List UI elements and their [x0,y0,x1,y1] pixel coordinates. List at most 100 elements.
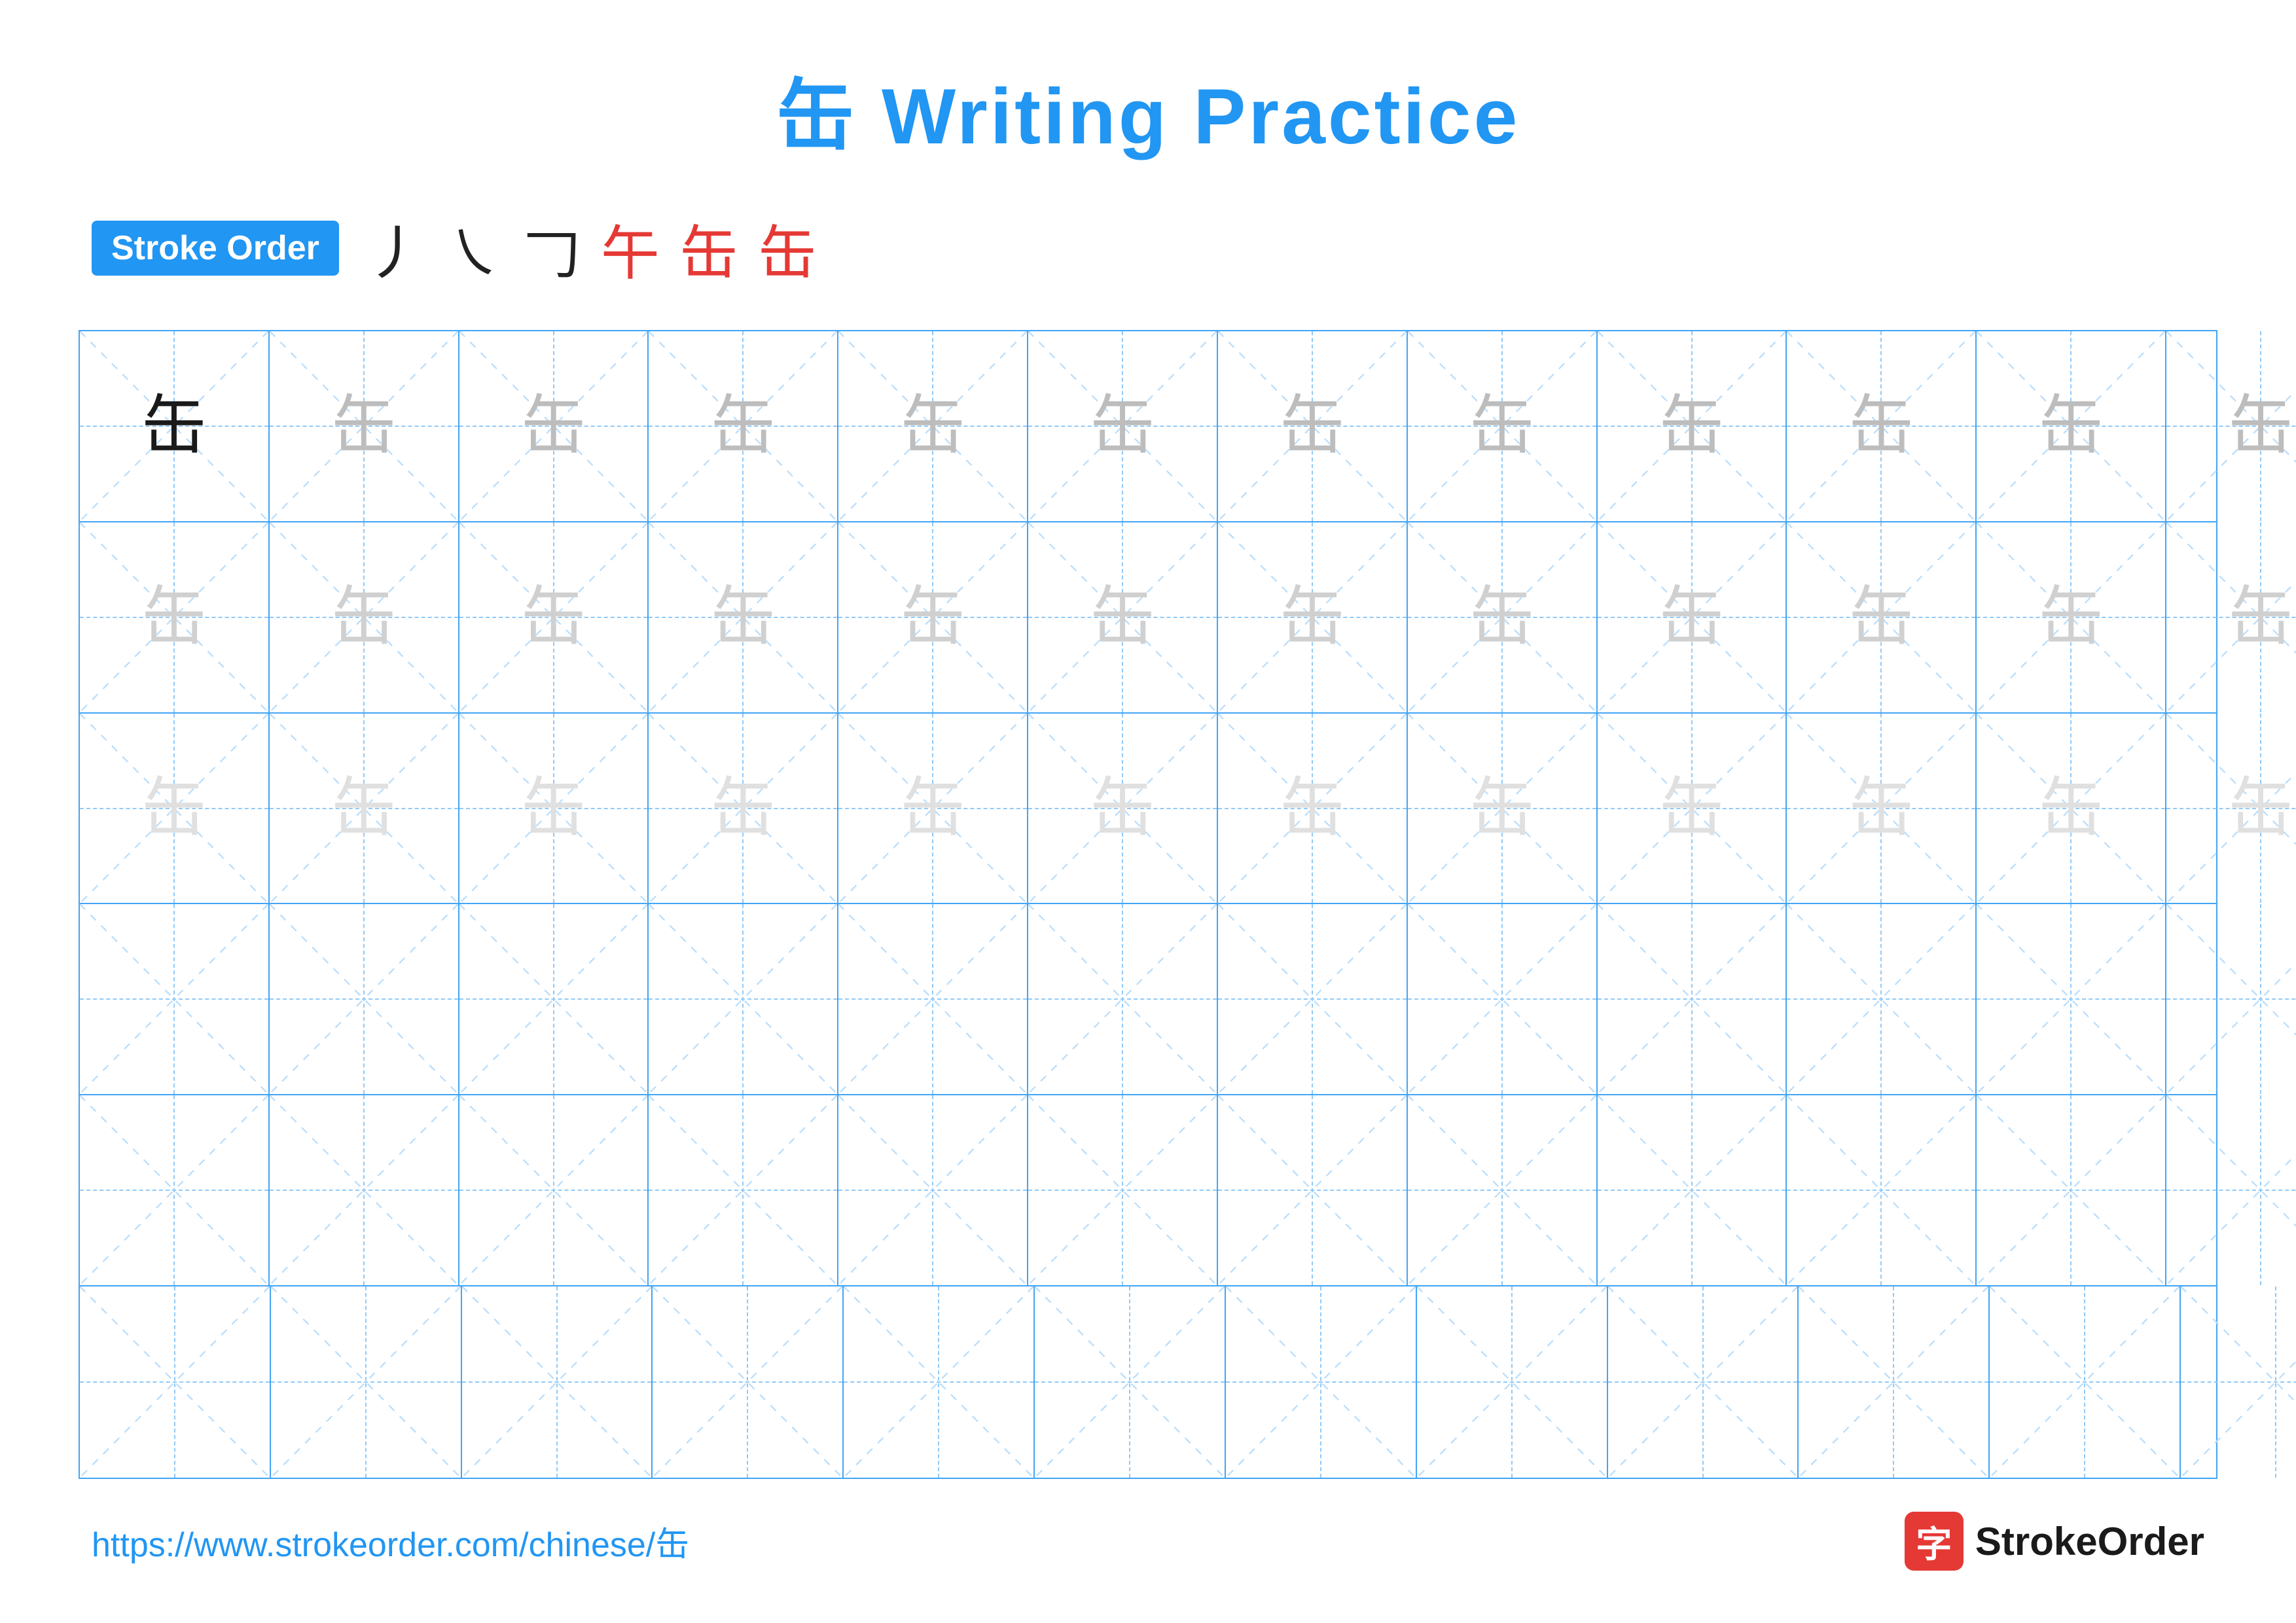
grid-cell-2-2[interactable]: 缶 [459,714,649,903]
grid-cell-0-10[interactable]: 缶 [1977,331,2166,521]
stroke-sequence: 丿 ㇏ 𠃌 午 缶 缶 [365,206,817,291]
grid-cell-3-10[interactable] [1977,904,2166,1094]
grid-cell-3-4[interactable] [838,904,1028,1094]
grid-cell-2-10[interactable]: 缶 [1977,714,2166,903]
grid-cell-1-5[interactable]: 缶 [1028,522,1218,712]
grid-cell-1-6[interactable]: 缶 [1218,522,1408,712]
grid-cell-4-7[interactable] [1408,1095,1598,1285]
grid-cell-2-8[interactable]: 缶 [1598,714,1787,903]
cell-char: 缶 [1659,585,1725,650]
brand-logo: 字 StrokeOrder [1905,1512,2204,1571]
website-url[interactable]: https://www.strokeorder.com/chinese/缶 [92,1517,689,1566]
grid-cell-0-8[interactable]: 缶 [1598,331,1787,521]
grid-cell-2-9[interactable]: 缶 [1787,714,1977,903]
cell-char: 缶 [710,393,776,459]
grid-cell-5-8[interactable] [1608,1286,1799,1478]
grid-cell-0-7[interactable]: 缶 [1408,331,1598,521]
grid-cell-0-11[interactable]: 缶 [2166,331,2296,521]
practice-grid: 缶缶缶缶缶缶缶缶缶缶缶缶缶缶缶缶缶缶缶缶缶缶缶缶缶缶缶缶缶缶缶缶缶缶缶缶缶缶缶 [79,330,2217,1479]
grid-cell-0-3[interactable]: 缶 [649,331,838,521]
grid-cell-5-2[interactable] [462,1286,653,1478]
cell-char: 缶 [141,776,207,841]
grid-cell-2-3[interactable]: 缶 [649,714,838,903]
grid-cell-5-6[interactable] [1226,1286,1417,1478]
stroke-order-badge: Stroke Order [92,221,339,276]
cell-char: 缶 [900,393,965,459]
stroke-1: 丿 [365,206,424,291]
grid-cell-2-4[interactable]: 缶 [838,714,1028,903]
grid-cell-4-2[interactable] [459,1095,649,1285]
grid-row-0: 缶缶缶缶缶缶缶缶缶缶缶缶缶 [80,331,2216,522]
grid-cell-4-11[interactable] [2166,1095,2296,1285]
grid-cell-3-8[interactable] [1598,904,1787,1094]
grid-cell-2-5[interactable]: 缶 [1028,714,1218,903]
grid-cell-4-4[interactable] [838,1095,1028,1285]
grid-cell-4-8[interactable] [1598,1095,1787,1285]
cell-char: 缶 [1469,776,1535,841]
cell-char: 缶 [1469,585,1535,650]
grid-cell-5-4[interactable] [844,1286,1035,1478]
cell-char: 缶 [900,585,965,650]
grid-cell-5-5[interactable] [1035,1286,1226,1478]
grid-cell-3-5[interactable] [1028,904,1218,1094]
cell-char: 缶 [331,393,397,459]
grid-cell-0-1[interactable]: 缶 [270,331,459,521]
cell-char: 缶 [1090,393,1155,459]
grid-cell-3-1[interactable] [270,904,459,1094]
grid-cell-5-10[interactable] [1990,1286,2181,1478]
grid-cell-0-5[interactable]: 缶 [1028,331,1218,521]
grid-cell-3-6[interactable] [1218,904,1408,1094]
grid-cell-1-8[interactable]: 缶 [1598,522,1787,712]
grid-cell-1-9[interactable]: 缶 [1787,522,1977,712]
grid-cell-3-7[interactable] [1408,904,1598,1094]
grid-cell-5-9[interactable] [1799,1286,1990,1478]
cell-char: 缶 [1280,776,1345,841]
cell-char: 缶 [1469,393,1535,459]
cell-char: 缶 [2228,585,2293,650]
grid-cell-3-0[interactable] [80,904,270,1094]
stroke-4: 午 [601,206,660,291]
grid-cell-2-11[interactable]: 缶 [2166,714,2296,903]
stroke-5: 缶 [679,206,738,291]
cell-char: 缶 [1280,393,1345,459]
grid-cell-4-3[interactable] [649,1095,838,1285]
grid-cell-0-9[interactable]: 缶 [1787,331,1977,521]
grid-cell-0-2[interactable]: 缶 [459,331,649,521]
grid-cell-2-7[interactable]: 缶 [1408,714,1598,903]
grid-cell-1-11[interactable]: 缶 [2166,522,2296,712]
grid-cell-3-11[interactable] [2166,904,2296,1094]
grid-cell-4-6[interactable] [1218,1095,1408,1285]
grid-row-4 [80,1095,2216,1286]
grid-cell-1-2[interactable]: 缶 [459,522,649,712]
grid-cell-0-0[interactable]: 缶 [80,331,270,521]
stroke-order-row: Stroke Order 丿 ㇏ 𠃌 午 缶 缶 [79,206,2217,291]
grid-cell-4-9[interactable] [1787,1095,1977,1285]
grid-cell-1-0[interactable]: 缶 [80,522,270,712]
grid-cell-1-1[interactable]: 缶 [270,522,459,712]
grid-cell-1-4[interactable]: 缶 [838,522,1028,712]
grid-cell-5-11[interactable] [2181,1286,2296,1478]
grid-cell-5-1[interactable] [271,1286,462,1478]
grid-cell-1-3[interactable]: 缶 [649,522,838,712]
cell-char: 缶 [2038,393,2104,459]
grid-cell-5-7[interactable] [1417,1286,1608,1478]
grid-cell-2-0[interactable]: 缶 [80,714,270,903]
grid-cell-0-6[interactable]: 缶 [1218,331,1408,521]
grid-cell-0-4[interactable]: 缶 [838,331,1028,521]
grid-cell-2-1[interactable]: 缶 [270,714,459,903]
grid-cell-4-10[interactable] [1977,1095,2166,1285]
grid-cell-3-3[interactable] [649,904,838,1094]
cell-char: 缶 [521,393,586,459]
grid-row-2: 缶缶缶缶缶缶缶缶缶缶缶缶缶 [80,714,2216,905]
cell-char: 缶 [331,585,397,650]
grid-cell-5-0[interactable] [80,1286,271,1478]
grid-cell-4-0[interactable] [80,1095,270,1285]
grid-cell-3-2[interactable] [459,904,649,1094]
grid-cell-2-6[interactable]: 缶 [1218,714,1408,903]
grid-cell-3-9[interactable] [1787,904,1977,1094]
grid-cell-4-1[interactable] [270,1095,459,1285]
grid-cell-1-10[interactable]: 缶 [1977,522,2166,712]
grid-cell-5-3[interactable] [653,1286,844,1478]
grid-cell-1-7[interactable]: 缶 [1408,522,1598,712]
grid-cell-4-5[interactable] [1028,1095,1218,1285]
